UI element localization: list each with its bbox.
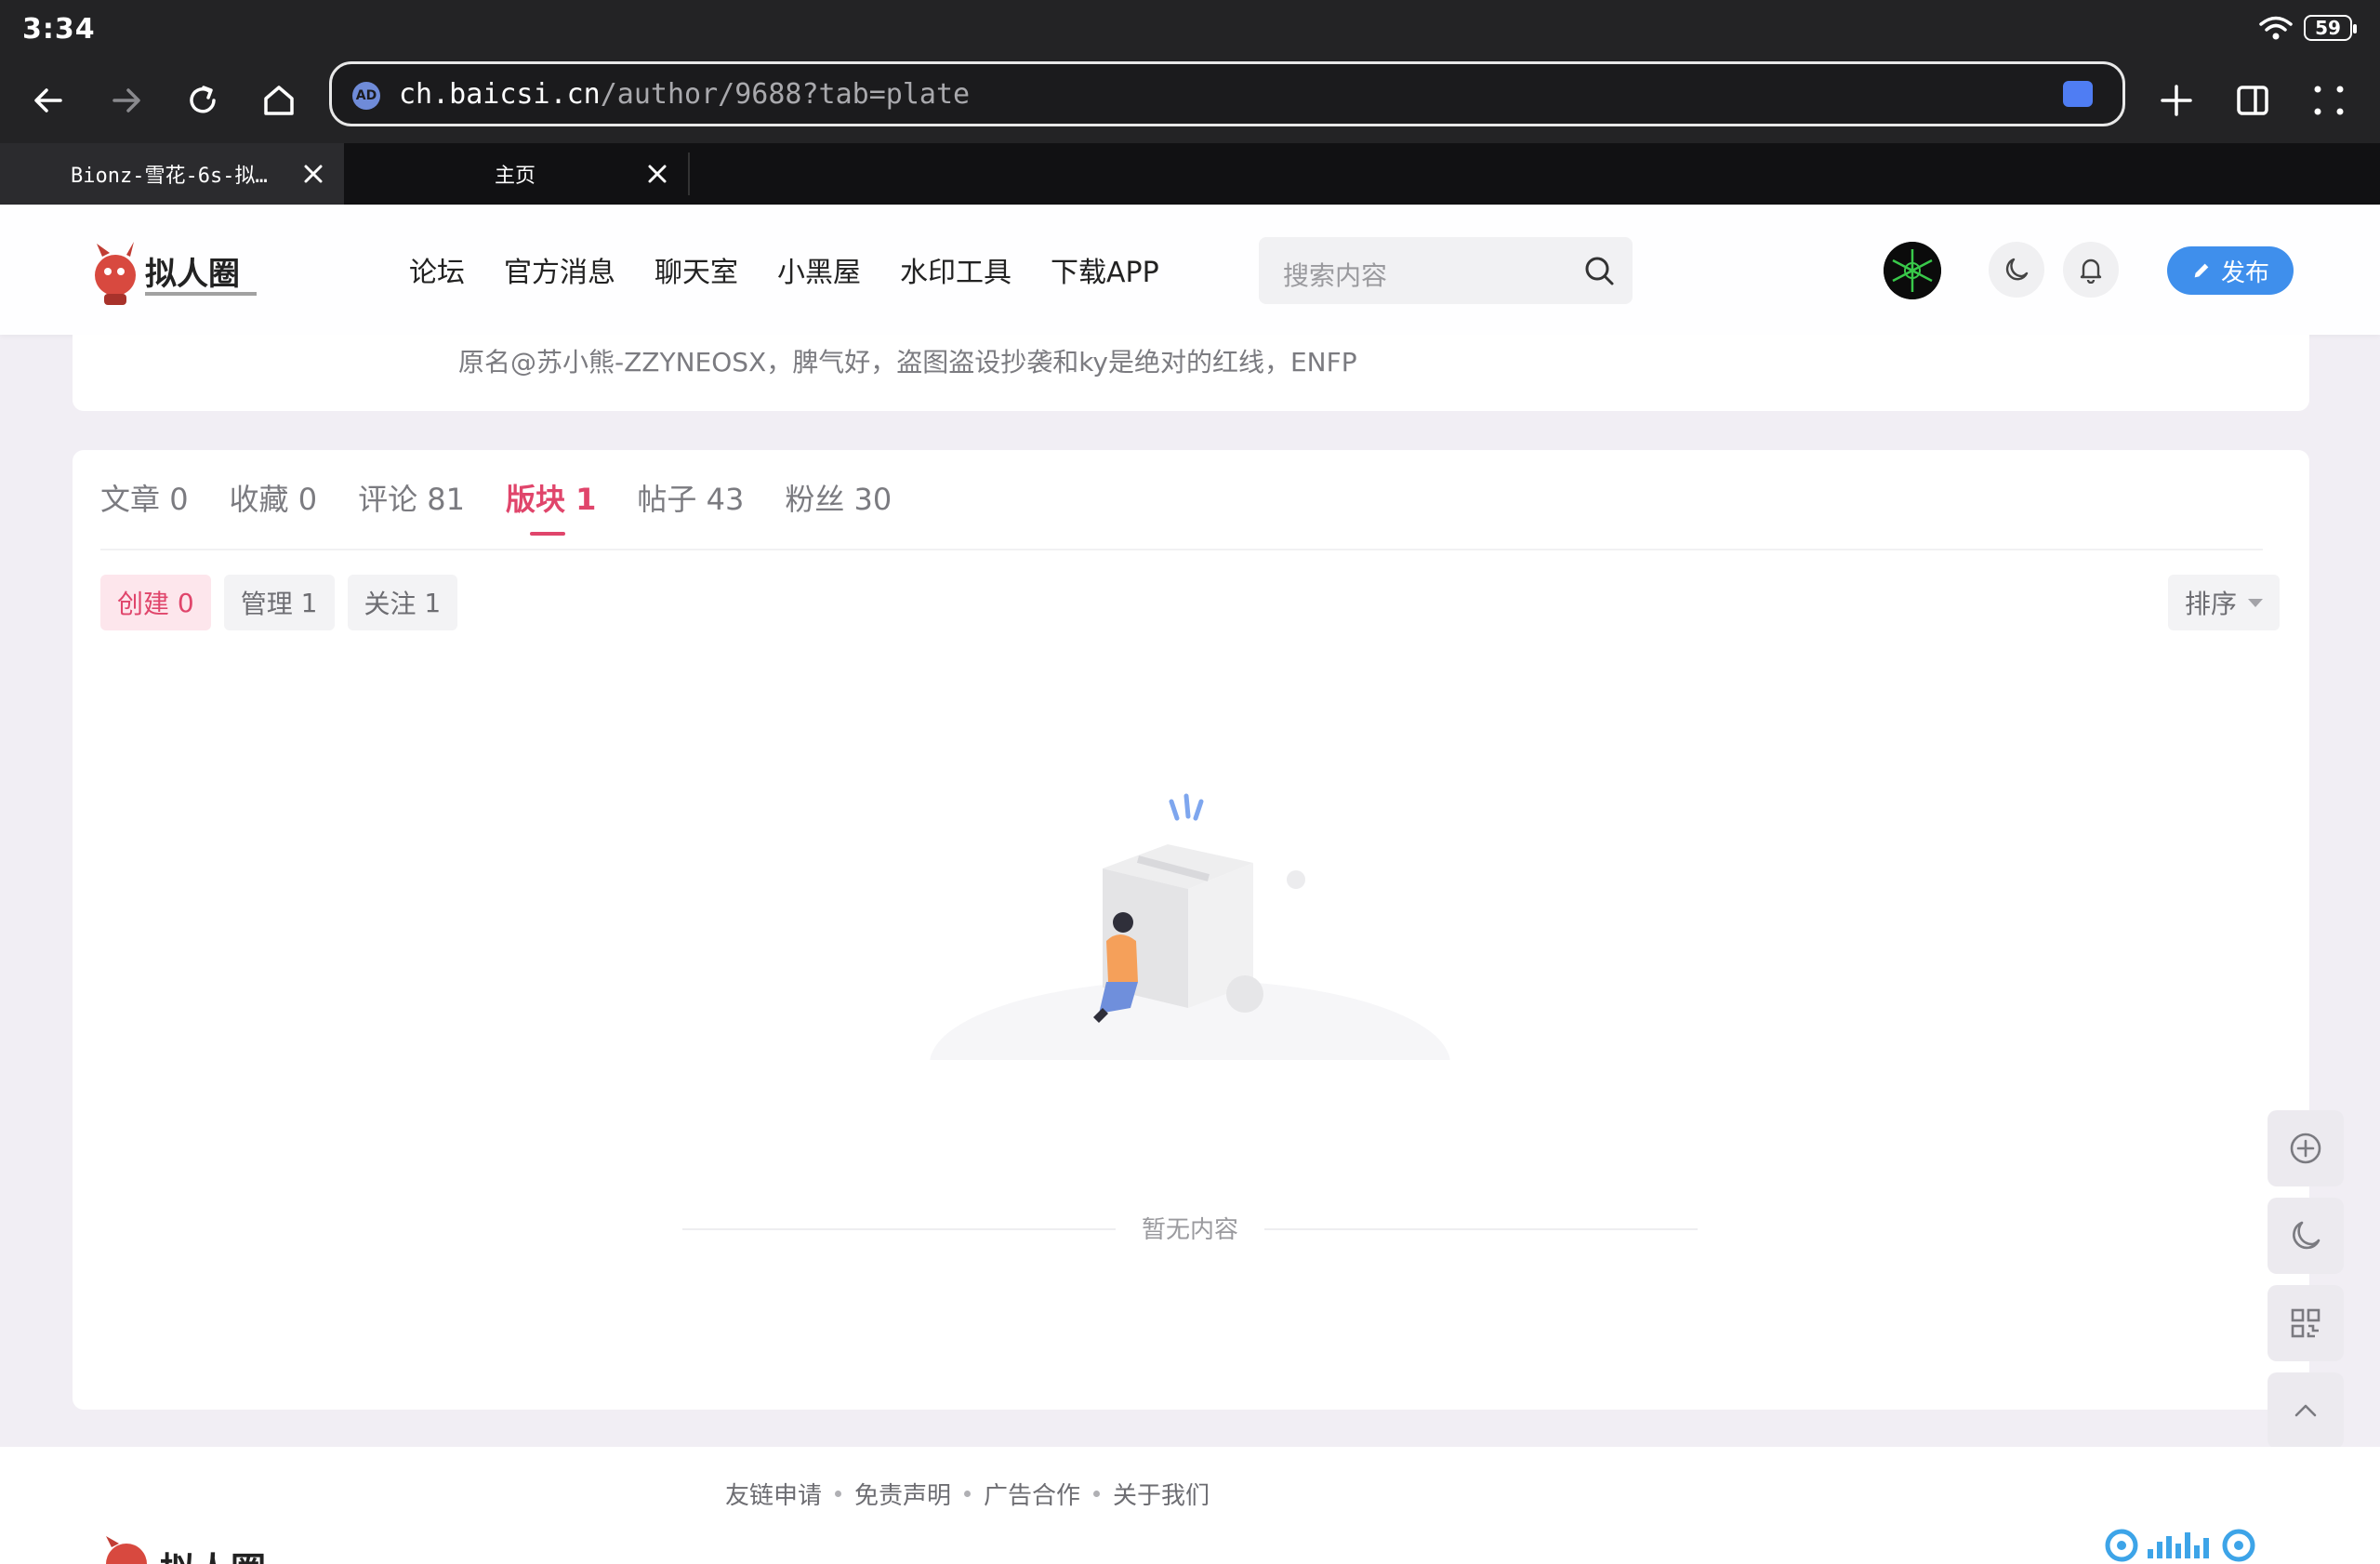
profile-bio: 原名@苏小熊-ZZYNEOSX，脾气好，盗图盗设抄袭和ky是绝对的红线，ENFP: [458, 347, 1357, 378]
dark-mode-float-button[interactable]: [2268, 1198, 2344, 1274]
plus-circle-icon: [2290, 1133, 2321, 1164]
forward-button[interactable]: [99, 73, 154, 128]
footer-link-about-us[interactable]: 关于我们: [1113, 1477, 1210, 1511]
wifi-icon: [2259, 15, 2293, 41]
bell-icon: [2080, 258, 2102, 284]
back-button[interactable]: [20, 73, 76, 128]
close-icon[interactable]: [298, 158, 329, 190]
nav-official-news[interactable]: 官方消息: [504, 249, 615, 290]
status-bar: 3:34 59: [0, 0, 2380, 58]
browser-toolbar: AD ch.baicsi.cn/author/9688?tab=plate: [0, 58, 2380, 143]
footer-logo-text: 拟人圈: [160, 1549, 266, 1564]
caret-down-icon: [2248, 598, 2263, 607]
browser-tabs: Bionz-雪花-6s-拟… 主页: [0, 143, 2380, 205]
qr-code-float-button[interactable]: [2268, 1285, 2344, 1361]
main-nav: 论坛 官方消息 聊天室 小黑屋 水印工具 下载APP: [409, 249, 1198, 290]
menu-dots-icon: [2314, 86, 2344, 115]
sort-dropdown[interactable]: 排序: [2167, 575, 2280, 630]
nav-blacklist[interactable]: 小黑屋: [777, 249, 861, 290]
tab-favorites[interactable]: 收藏 0: [230, 476, 318, 519]
add-float-button[interactable]: [2268, 1110, 2344, 1186]
search-icon[interactable]: [1582, 254, 1616, 287]
publish-label: 发布: [2220, 258, 2269, 287]
home-button[interactable]: [251, 73, 307, 128]
empty-state: 暂无内容: [682, 1211, 1698, 1248]
site-footer: 友链申请 免责声明 广告合作 关于我们 拟人圈: [0, 1447, 2380, 1564]
nav-watermark-tool[interactable]: 水印工具: [900, 249, 1012, 290]
arrow-left-icon: [34, 88, 62, 113]
split-view-icon: [2237, 86, 2268, 115]
footer-badge: [2103, 1525, 2261, 1564]
site-header: 拟人圈 论坛 官方消息 聊天室 小黑屋 水印工具 下载APP 搜索内容 发布: [0, 205, 2380, 335]
empty-text: 暂无内容: [1141, 1216, 1238, 1244]
address-bar[interactable]: AD ch.baicsi.cn/author/9688?tab=plate: [329, 61, 2125, 126]
subtab-created[interactable]: 创建 0: [100, 575, 211, 630]
chevron-up-icon: [2294, 1404, 2317, 1417]
board-subtabs: 创建 0 管理 1 关注 1: [100, 575, 458, 630]
moon-icon: [2293, 1221, 2320, 1250]
clock: 3:34: [22, 13, 96, 46]
user-avatar[interactable]: [1884, 242, 1941, 299]
tab-divider: [100, 549, 2263, 550]
nav-download-app[interactable]: 下载APP: [1051, 249, 1159, 290]
system-icons: 59: [2259, 15, 2357, 41]
close-icon[interactable]: [641, 158, 673, 190]
empty-state-illustration: [920, 785, 1460, 1147]
tab-title: 主页: [495, 165, 536, 188]
tab-articles[interactable]: 文章 0: [100, 476, 189, 519]
profile-tabs: 文章 0 收藏 0 评论 81 版块 1 帖子 43 粉丝 30: [100, 476, 932, 536]
adblock-icon[interactable]: AD: [352, 82, 380, 110]
tab-divider: [688, 152, 690, 195]
tab-fans[interactable]: 粉丝 30: [785, 476, 892, 519]
footer-link-advertising[interactable]: 广告合作: [984, 1477, 1080, 1511]
tab-posts[interactable]: 帖子 43: [637, 476, 744, 519]
new-tab-button[interactable]: [2149, 73, 2204, 128]
arrow-right-icon: [112, 88, 140, 113]
footer-link-disclaimer[interactable]: 免责声明: [854, 1477, 951, 1511]
split-view-button[interactable]: [2225, 73, 2281, 128]
notifications-button[interactable]: [2063, 242, 2119, 298]
logo-text: 拟人圈: [145, 256, 240, 293]
footer-links: 友链申请 免责声明 广告合作 关于我们: [725, 1477, 1210, 1511]
publish-button[interactable]: 发布: [2167, 246, 2294, 295]
profile-card: 原名@苏小熊-ZZYNEOSX，脾气好，盗图盗设抄袭和ky是绝对的红线，ENFP: [73, 335, 2309, 411]
search-placeholder[interactable]: 搜索内容: [1283, 256, 1387, 293]
subtab-managed[interactable]: 管理 1: [223, 575, 335, 630]
footer-logo[interactable]: 拟人圈: [89, 1531, 312, 1564]
site-logo[interactable]: 拟人圈: [89, 236, 271, 311]
plus-icon: [2161, 85, 2192, 116]
back-to-top-button[interactable]: [2268, 1372, 2344, 1449]
footer-link-friend-links[interactable]: 友链申请: [725, 1477, 822, 1511]
nav-chat-room[interactable]: 聊天室: [654, 249, 738, 290]
qr-code-icon: [2291, 1308, 2320, 1338]
battery-icon: 59: [2304, 15, 2357, 41]
home-icon: [264, 86, 294, 115]
reload-icon: [190, 86, 216, 113]
sort-label: 排序: [2184, 589, 2237, 619]
tab-boards[interactable]: 版块 1: [506, 476, 596, 536]
browser-tab[interactable]: Bionz-雪花-6s-拟…: [0, 143, 344, 205]
browser-tab[interactable]: 主页: [346, 143, 688, 205]
tab-title: Bionz-雪花-6s-拟…: [71, 165, 268, 188]
tab-comments[interactable]: 评论 81: [358, 476, 465, 519]
dark-mode-toggle[interactable]: [1989, 242, 2044, 298]
reload-button[interactable]: [175, 73, 231, 128]
cast-icon[interactable]: [2063, 81, 2093, 107]
pencil-icon: [2194, 263, 2209, 278]
content-card: 文章 0 收藏 0 评论 81 版块 1 帖子 43 粉丝 30 创建 0 管理…: [73, 450, 2309, 1410]
menu-button[interactable]: [2301, 73, 2357, 128]
search-box[interactable]: 搜索内容: [1259, 237, 1633, 304]
nav-forum[interactable]: 论坛: [409, 249, 465, 290]
moon-icon: [2005, 258, 2029, 281]
subtab-followed[interactable]: 关注 1: [347, 575, 458, 630]
url-text[interactable]: ch.baicsi.cn/author/9688?tab=plate: [399, 78, 970, 111]
